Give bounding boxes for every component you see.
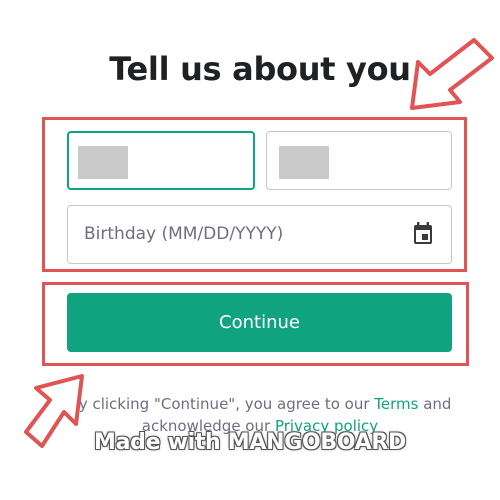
disclaimer-prefix: By clicking "Continue", you agree to our	[68, 395, 375, 413]
calendar-icon[interactable]	[413, 222, 433, 246]
watermark: Made with MANGOBOARD	[94, 430, 406, 455]
birthday-field[interactable]: Birthday (MM/DD/YYYY)	[67, 205, 452, 264]
first-name-field[interactable]	[67, 131, 255, 190]
last-name-field[interactable]	[266, 131, 452, 190]
terms-link[interactable]: Terms	[374, 395, 418, 413]
redacted-first-name	[78, 146, 128, 179]
birthday-placeholder: Birthday (MM/DD/YYYY)	[84, 224, 284, 244]
arrow-pointer-icon	[410, 38, 494, 110]
redacted-last-name	[279, 146, 329, 179]
continue-button[interactable]: Continue	[67, 293, 452, 352]
signup-profile-screen: Tell us about you Birthday (MM/DD/YYYY) …	[0, 0, 500, 500]
